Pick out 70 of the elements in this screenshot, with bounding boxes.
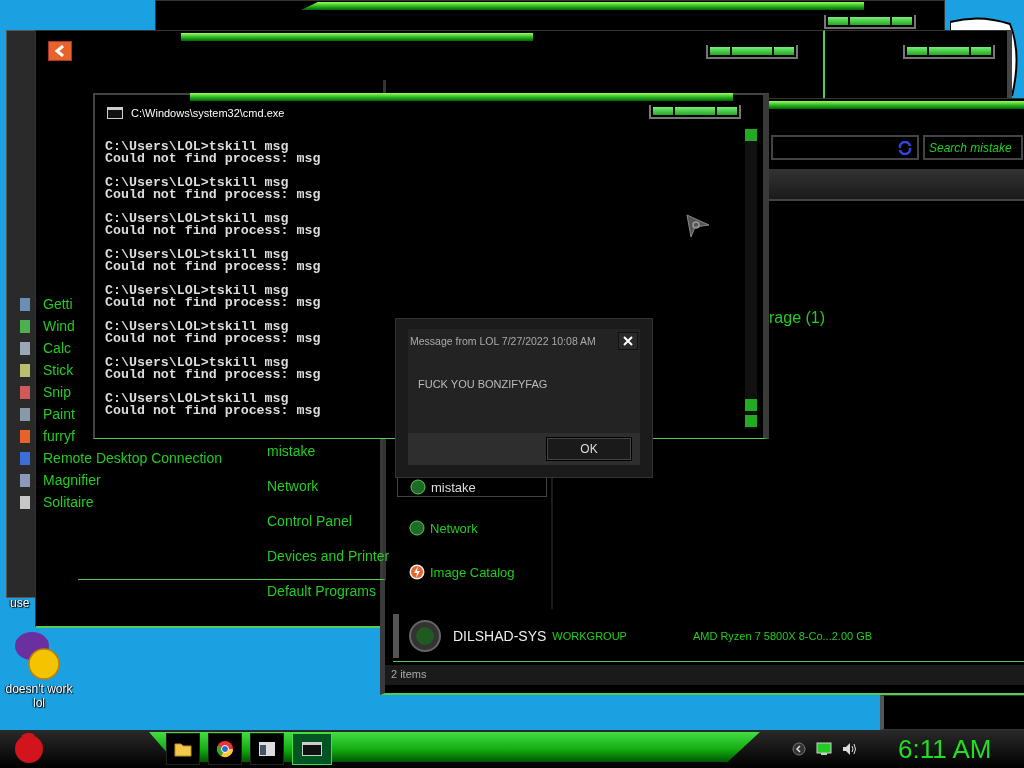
monitor-icon[interactable] [816,742,832,756]
menu-item[interactable]: Control Panel [267,513,390,548]
console-line: Could not find process: msg [105,153,321,165]
menu-item[interactable]: Network [267,478,390,513]
refresh-icon[interactable] [897,141,913,155]
workgroup-label: WORKGROUP [552,630,627,642]
menu-item[interactable]: Devices and Printer [267,548,390,583]
window-controls-drawing[interactable] [824,15,916,29]
console-line: Could not find process: msg [105,369,321,381]
window-title: C:\Windows\system32\cmd.exe [131,107,285,119]
folder-icon [174,741,192,757]
globe-icon [409,520,425,536]
console-line: C:\Users\LOL>tskill msg [105,213,290,225]
computer-name: DILSHAD-SYS [453,628,547,644]
console-line: C:\Users\LOL>tskill msg [105,177,290,189]
console-line: Could not find process: msg [105,405,321,417]
program-item[interactable]: Stick [43,362,74,378]
console-line: C:\Users\LOL>tskill msg [105,357,290,369]
console-line: C:\Users\LOL>tskill msg [105,285,290,297]
taskbar-button[interactable] [208,733,242,765]
program-item[interactable]: Solitaire [43,494,94,510]
window-controls-drawing[interactable] [903,45,995,59]
close-button[interactable] [618,332,638,350]
lightning-icon [409,564,425,580]
ok-button[interactable]: OK [546,437,632,461]
console-line: Could not find process: msg [105,333,321,345]
menu-item[interactable]: mistake [267,443,390,478]
program-item[interactable]: Snip [43,384,72,400]
section-heading: rage (1) [769,309,826,327]
console-line: C:\Users\LOL>tskill msg [105,393,290,405]
console-line: C:\Users\LOL>tskill msg [105,321,290,333]
back-button[interactable] [48,41,72,61]
cursor-icon [685,213,711,239]
taskbar-button[interactable] [166,733,200,765]
console-line: Could not find process: msg [105,189,321,201]
clock: 6:11 AM [898,733,992,765]
program-item[interactable]: Magnifier [43,472,101,488]
window-icon [258,741,276,757]
nav-item[interactable]: Image Catalog [397,563,527,581]
window-controls-drawing[interactable] [649,105,741,119]
globe-icon [410,479,426,495]
program-item[interactable]: Remote Desktop Connection [43,450,222,466]
start-orb-icon[interactable] [12,732,46,764]
speaker-icon[interactable] [842,742,858,756]
console-icon [302,742,322,756]
console-line: Could not find process: msg [105,261,321,273]
console-line: Could not find process: msg [105,297,321,309]
menu-item[interactable]: Default Programs [267,583,390,618]
nav-item[interactable]: Network [397,519,490,537]
program-item[interactable]: Getti [43,296,73,312]
scrollbar[interactable] [745,129,757,429]
dialog-message: FUCK YOU BONZIFYFAG [418,378,548,390]
program-item[interactable]: Calc [43,340,71,356]
close-icon [623,336,633,346]
back-icon[interactable] [792,742,806,756]
program-item[interactable]: furryf [43,428,75,444]
processor-label: AMD Ryzen 7 5800X 8-Co...2.00 GB [692,630,873,642]
taskbar-button[interactable] [250,733,284,765]
search-field[interactable]: Search mistake [923,135,1023,160]
console-line: Could not find process: msg [105,225,321,237]
console-line: C:\Users\LOL>tskill msg [105,249,290,261]
item-count: 2 items [391,668,427,680]
browser-icon [216,740,234,758]
dialog-title: Message from LOL 7/27/2022 10:08 AM [410,335,596,347]
window-controls-drawing[interactable] [706,45,798,59]
program-item[interactable]: Paint [43,406,75,422]
computer-icon [409,620,441,652]
console-icon [107,107,123,119]
console-line: C:\Users\LOL>tskill msg [105,141,290,153]
program-item[interactable]: Wind [43,318,75,334]
